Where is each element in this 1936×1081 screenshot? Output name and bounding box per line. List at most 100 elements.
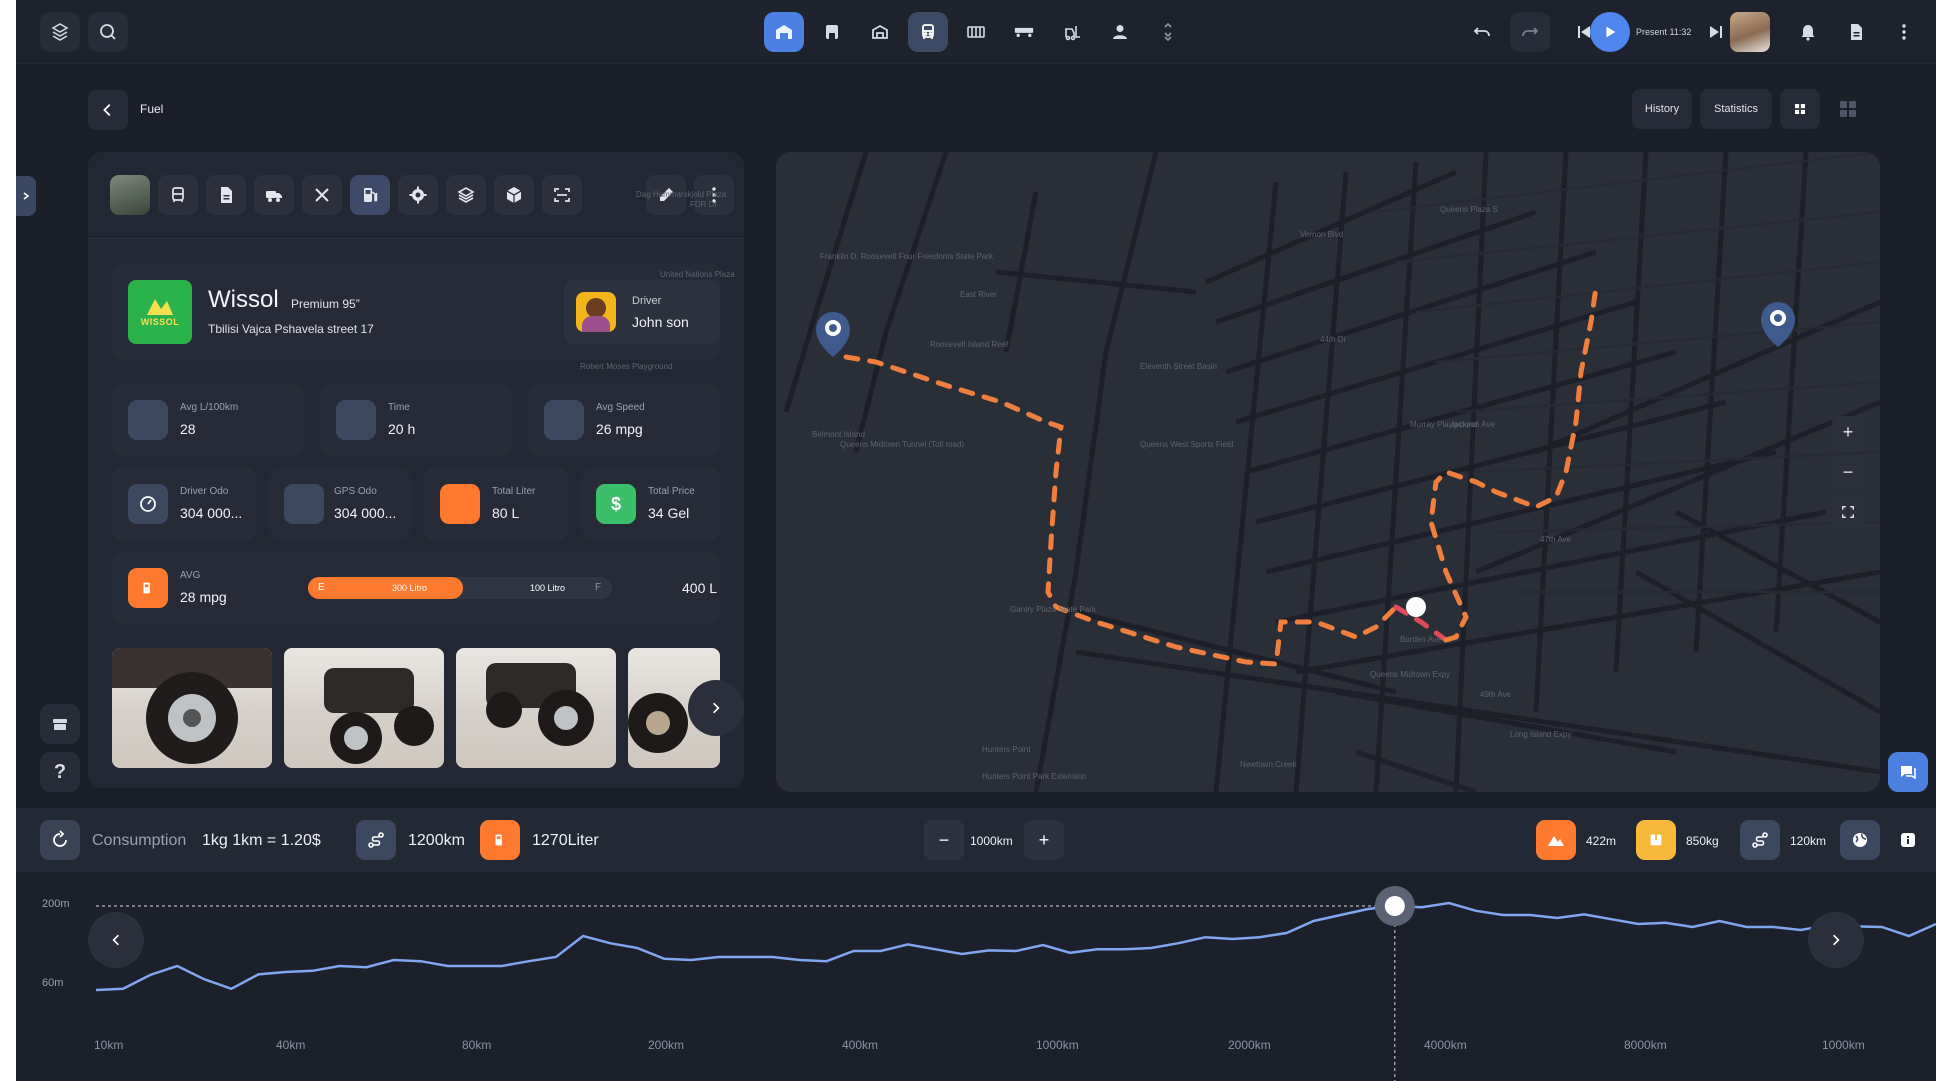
- undo-icon[interactable]: [1462, 12, 1502, 52]
- zoom-out-button[interactable]: −: [1832, 456, 1864, 488]
- trailer-icon[interactable]: [1004, 12, 1044, 52]
- metric-icon-total-liter: [440, 484, 480, 524]
- bell-icon[interactable]: [1788, 12, 1828, 52]
- gear-tab-icon[interactable]: [398, 175, 438, 215]
- station-logo: WISSOL: [128, 280, 192, 344]
- history-button[interactable]: History: [1632, 89, 1692, 129]
- map-label: Queens West Sports Field: [1140, 440, 1234, 449]
- document-icon[interactable]: [1836, 12, 1876, 52]
- package-tab-icon[interactable]: [494, 175, 534, 215]
- warehouse-icon[interactable]: [860, 12, 900, 52]
- atv-wheel-image: [112, 648, 272, 764]
- metric-label: Total Liter: [492, 486, 536, 497]
- grid-large-button[interactable]: [1828, 89, 1868, 129]
- atv-side-image: [324, 668, 434, 764]
- metric-icon-avg-speed: [544, 400, 584, 440]
- metric-value: 20 h: [388, 421, 416, 437]
- grid-small-button[interactable]: [1780, 89, 1820, 129]
- map-label: Eleventh Street Basin: [1140, 362, 1217, 371]
- document-tab-icon[interactable]: [206, 175, 246, 215]
- scan-tab-icon[interactable]: [542, 175, 582, 215]
- help-icon[interactable]: ?: [40, 752, 80, 792]
- metric-value: 304 000...: [334, 505, 397, 521]
- vehicle-photo-1[interactable]: [112, 648, 272, 768]
- station-logo-icon: [147, 299, 173, 315]
- sidebar-expand-button[interactable]: [16, 176, 36, 216]
- container-icon[interactable]: [956, 12, 996, 52]
- redo-icon[interactable]: [1510, 12, 1550, 52]
- box-glyph-icon: [1650, 834, 1662, 846]
- expand-more-icon[interactable]: [1148, 12, 1188, 52]
- photos-next-button[interactable]: [688, 680, 744, 736]
- app-logo-icon[interactable]: [40, 12, 80, 52]
- zoom-plus-button[interactable]: +: [1024, 820, 1064, 860]
- store-icon[interactable]: [40, 704, 80, 744]
- elevation-value: 422m: [1586, 834, 1617, 848]
- fullscreen-button[interactable]: [1832, 496, 1864, 528]
- truck-settings-tab-icon[interactable]: [254, 175, 294, 215]
- forklift-icon[interactable]: [1052, 12, 1092, 52]
- statistics-button[interactable]: Statistics: [1700, 89, 1772, 129]
- chart-next-button[interactable]: [1808, 912, 1864, 968]
- driver-avatar-tab[interactable]: [110, 175, 150, 215]
- refresh-icon[interactable]: [40, 820, 80, 860]
- zoom-minus-button[interactable]: −: [924, 820, 964, 860]
- fuel-pump-glyph-icon: [143, 582, 150, 594]
- metric-icon-gps-odo: [284, 484, 324, 524]
- chart-prev-button[interactable]: [88, 912, 144, 968]
- map-label: 49th Ave: [1480, 690, 1511, 699]
- metric-label: Time: [388, 402, 410, 413]
- metric-value: 34 Gel: [648, 505, 690, 521]
- garage-icon[interactable]: [764, 12, 804, 52]
- player-time-label: Present 11:32: [1636, 27, 1692, 37]
- map-label: Vernon Blvd: [1300, 230, 1344, 239]
- user-icon[interactable]: [1100, 12, 1140, 52]
- chat-icon[interactable]: [1888, 752, 1928, 792]
- metric-label: Driver Odo: [180, 486, 229, 497]
- gauge-empty-mark: E: [318, 582, 325, 593]
- chevron-left-icon: [103, 103, 111, 117]
- chart-marker-handle[interactable]: [1384, 896, 1405, 916]
- vehicle-photo-2[interactable]: [284, 648, 444, 768]
- more-vertical-icon[interactable]: [1884, 12, 1924, 52]
- skip-forward-icon[interactable]: [1700, 16, 1732, 48]
- info-icon[interactable]: [1888, 820, 1928, 860]
- route-length-value: 120km: [1790, 834, 1827, 848]
- x-tick-label: 8000km: [1624, 1038, 1667, 1052]
- fuel-level-bar: E 300 Litro 100 Litro F: [308, 577, 612, 599]
- fuel-gauge-value: 28 mpg: [180, 589, 227, 605]
- search-icon[interactable]: [88, 12, 128, 52]
- route-map[interactable]: [776, 152, 1880, 792]
- x-tick-label: 1000km: [1822, 1038, 1865, 1052]
- zoom-in-button[interactable]: +: [1832, 416, 1864, 448]
- play-icon: [1606, 26, 1616, 38]
- vehicle-tab-icon[interactable]: [158, 175, 198, 215]
- back-button[interactable]: [88, 90, 128, 130]
- boxes-tab-icon[interactable]: [446, 175, 486, 215]
- vehicle-icon[interactable]: [908, 12, 948, 52]
- map-label: FDR Dr: [690, 200, 718, 209]
- refresh-glyph-icon: [53, 830, 67, 847]
- route-glyph-icon: [368, 832, 384, 848]
- gauge-full-mark: F: [595, 582, 602, 593]
- user-avatar[interactable]: [1730, 12, 1770, 52]
- map-label: Borden Ave: [1400, 635, 1442, 644]
- driver-label: Driver: [632, 295, 662, 307]
- station-fuel-type: Premium 95”: [291, 297, 360, 311]
- globe-glyph-icon: [1853, 833, 1867, 847]
- distance-route-icon: [356, 820, 396, 860]
- fuel-pump-icon: [128, 568, 168, 608]
- play-button[interactable]: [1590, 12, 1630, 52]
- vehicle-photo-3[interactable]: [456, 648, 616, 768]
- elevation-icon: [1536, 820, 1576, 860]
- grid-large-icon: [1840, 101, 1856, 117]
- tools-tab-icon[interactable]: [302, 175, 342, 215]
- fullscreen-icon: [1842, 506, 1854, 518]
- building-icon[interactable]: [812, 12, 852, 52]
- fuel-level-fill: [308, 577, 463, 599]
- map-label: 47th Ave: [1540, 535, 1571, 544]
- fuel-tab-icon[interactable]: [350, 175, 390, 215]
- map-label: Hunters Point Park Extension: [982, 772, 1087, 781]
- globe-icon[interactable]: [1840, 820, 1880, 860]
- gauge-remain-label: 100 Litro: [530, 583, 566, 593]
